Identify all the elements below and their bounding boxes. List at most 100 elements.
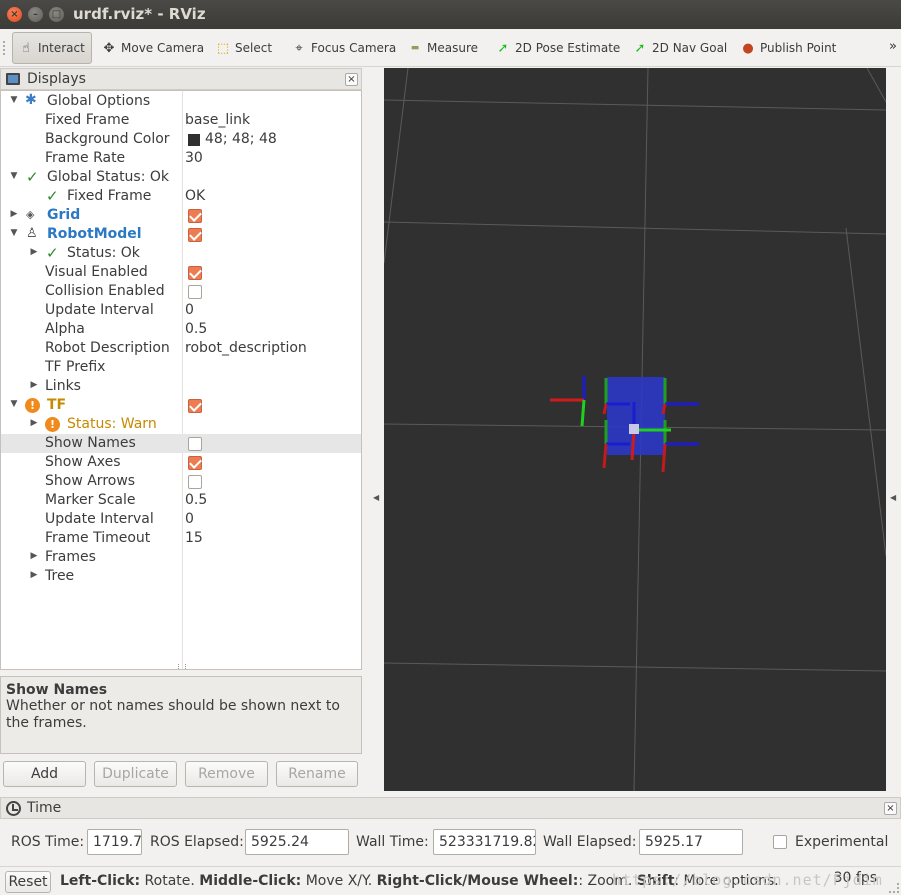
nav-goal-arrow-icon: ➚ (634, 40, 646, 56)
tree-row-tf-prefix[interactable]: TF Prefix (1, 358, 361, 377)
grid-icon: ◈ (26, 208, 35, 221)
window-resize-grip[interactable] (889, 883, 899, 893)
panel-splitter[interactable]: ◀ (362, 68, 384, 796)
expand-arrow-icon[interactable]: ▶ (9, 209, 19, 219)
show-arrows-checkbox[interactable] (188, 475, 202, 489)
duplicate-button[interactable]: Duplicate (94, 761, 177, 787)
hint-key: Middle-Click: (199, 873, 302, 889)
tree-row-show-names[interactable]: Show Names (1, 434, 361, 453)
show-names-checkbox[interactable] (188, 437, 202, 451)
tool-move-camera[interactable]: ✥ Move Camera (100, 32, 205, 64)
ros-time-field[interactable]: 1719.79 (87, 829, 142, 855)
close-window-button[interactable]: × (7, 7, 22, 22)
expand-arrow-icon[interactable]: ▼ (9, 228, 19, 238)
reset-button[interactable]: Reset (5, 871, 51, 893)
tree-row-alpha[interactable]: Alpha 0.5 (1, 320, 361, 339)
expand-arrow-icon[interactable]: ▼ (9, 399, 19, 409)
collapse-right-icon[interactable]: ◀ (890, 493, 896, 502)
collision-enabled-checkbox[interactable] (188, 285, 202, 299)
row-label: Show Axes (45, 454, 121, 470)
marker-scale-value[interactable]: 0.5 (185, 492, 207, 508)
toolbar-overflow-button[interactable]: » (889, 39, 897, 54)
tree-row-tree[interactable]: ▶ Tree (1, 567, 361, 586)
tree-row-marker-scale[interactable]: Marker Scale 0.5 (1, 491, 361, 510)
grid-enabled-checkbox[interactable] (188, 209, 202, 223)
ros-elapsed-field[interactable]: 5925.24 (245, 829, 349, 855)
background-color-value[interactable]: 48; 48; 48 (205, 131, 277, 147)
description-title: Show Names (6, 682, 108, 698)
tree-row-frame-timeout[interactable]: Frame Timeout 15 (1, 529, 361, 548)
tool-measure[interactable]: ▬ Measure (406, 32, 478, 64)
tree-row-frame-rate[interactable]: Frame Rate 30 (1, 149, 361, 168)
frame-timeout-value[interactable]: 15 (185, 530, 203, 546)
tree-row-robotmodel[interactable]: ▼ ♙ RobotModel (1, 225, 361, 244)
robot-description-value[interactable]: robot_description (185, 340, 307, 356)
tree-row-grid[interactable]: ▶ ◈ Grid (1, 206, 361, 225)
tree-row-global-status[interactable]: ▼ ✓ Global Status: Ok (1, 168, 361, 187)
tree-resize-grip[interactable] (178, 664, 186, 669)
tree-row-tf-update-interval[interactable]: Update Interval 0 (1, 510, 361, 529)
tree-row-tf[interactable]: ▼ ! TF (1, 396, 361, 415)
expand-arrow-icon[interactable]: ▶ (29, 570, 39, 580)
update-interval-value[interactable]: 0 (185, 302, 194, 318)
time-close-button[interactable]: × (884, 802, 897, 815)
tree-row-fixed-frame[interactable]: Fixed Frame base_link (1, 111, 361, 130)
expand-arrow-icon[interactable]: ▶ (29, 380, 39, 390)
displays-close-button[interactable]: × (345, 73, 358, 86)
tool-publish-point[interactable]: ● Publish Point (739, 32, 836, 64)
expand-arrow-icon[interactable]: ▼ (9, 171, 19, 181)
add-button[interactable]: Add (3, 761, 86, 787)
tree-row-background-color[interactable]: Background Color 48; 48; 48 (1, 130, 361, 149)
collapse-left-icon[interactable]: ◀ (373, 493, 379, 502)
tool-select[interactable]: ⬚ Select (214, 32, 272, 64)
3d-viewport[interactable] (384, 68, 886, 791)
rename-button[interactable]: Rename (276, 761, 358, 787)
tree-row-links[interactable]: ▶ Links (1, 377, 361, 396)
tree-row-show-axes[interactable]: Show Axes (1, 453, 361, 472)
minimize-window-button[interactable]: – (28, 7, 43, 22)
visual-enabled-checkbox[interactable] (188, 266, 202, 280)
tree-row-tf-status[interactable]: ▶ ! Status: Warn (1, 415, 361, 434)
tool-label: Move Camera (121, 41, 205, 55)
grid-line (866, 68, 886, 103)
show-axes-checkbox[interactable] (188, 456, 202, 470)
tree-row-show-arrows[interactable]: Show Arrows (1, 472, 361, 491)
robotmodel-enabled-checkbox[interactable] (188, 228, 202, 242)
tree-row-robotmodel-status[interactable]: ▶ ✓ Status: Ok (1, 244, 361, 263)
tf-enabled-checkbox[interactable] (188, 399, 202, 413)
tool-interact[interactable]: ☝ Interact (12, 32, 92, 64)
minimize-icon: – (33, 9, 38, 20)
wall-elapsed-field[interactable]: 5925.17 (639, 829, 743, 855)
experimental-checkbox[interactable] (773, 835, 787, 849)
tool-2d-pose-estimate[interactable]: ➚ 2D Pose Estimate (494, 32, 621, 64)
fixed-frame-value[interactable]: base_link (185, 112, 250, 128)
expand-arrow-icon[interactable]: ▼ (9, 95, 19, 105)
expand-arrow-icon[interactable]: ▶ (29, 247, 39, 257)
frame-rate-value[interactable]: 30 (185, 150, 203, 166)
wall-time-field[interactable]: 523331719.82 (433, 829, 536, 855)
tree-row-visual-enabled[interactable]: Visual Enabled (1, 263, 361, 282)
row-label: Status: Ok (67, 245, 140, 261)
tf-update-interval-value[interactable]: 0 (185, 511, 194, 527)
right-splitter[interactable]: ◀ (886, 68, 901, 796)
expand-arrow-icon[interactable]: ▶ (29, 418, 39, 428)
remove-button[interactable]: Remove (185, 761, 268, 787)
toolbar-grip[interactable] (3, 41, 7, 55)
tree-row-frames[interactable]: ▶ Frames (1, 548, 361, 567)
tree-row-update-interval[interactable]: Update Interval 0 (1, 301, 361, 320)
tree-row-global-options[interactable]: ▼ ✱ Global Options (1, 92, 361, 111)
grid-line (384, 68, 409, 264)
tree-row-collision-enabled[interactable]: Collision Enabled (1, 282, 361, 301)
tool-2d-nav-goal[interactable]: ➚ 2D Nav Goal (631, 32, 728, 64)
expand-arrow-icon[interactable]: ▶ (29, 551, 39, 561)
maximize-window-button[interactable]: □ (49, 7, 64, 22)
tree-row-robot-description[interactable]: Robot Description robot_description (1, 339, 361, 358)
displays-panel-title: Displays (27, 71, 86, 87)
alpha-value[interactable]: 0.5 (185, 321, 207, 337)
tool-focus-camera[interactable]: ⌖ Focus Camera (290, 32, 396, 64)
row-label: Global Status: Ok (47, 169, 170, 185)
displays-tree[interactable]: ▼ ✱ Global Options Fixed Frame base_link… (0, 90, 362, 670)
wall-elapsed-label: Wall Elapsed: (543, 834, 637, 850)
tree-row-fixed-frame-status[interactable]: ✓ Fixed Frame OK (1, 187, 361, 206)
color-swatch[interactable] (188, 134, 200, 146)
